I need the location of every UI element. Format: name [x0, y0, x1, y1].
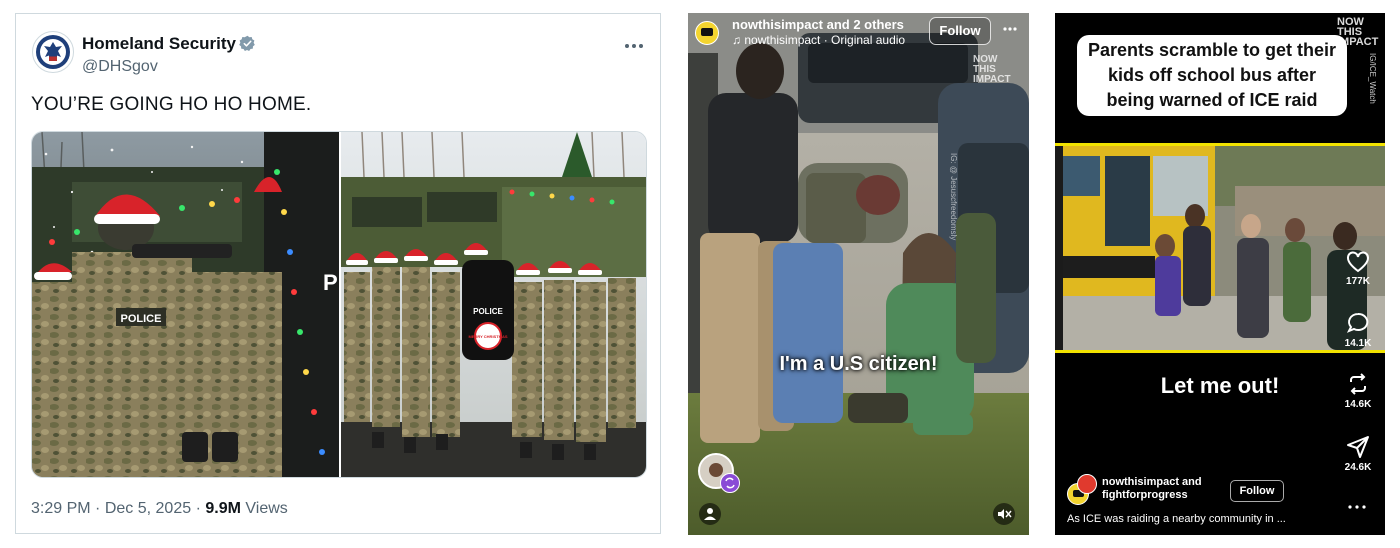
- person-icon[interactable]: [699, 503, 721, 525]
- shield-badge: MERRY CHRISTMAS: [468, 334, 507, 339]
- more-dots-icon[interactable]: [624, 32, 644, 55]
- tweet-time[interactable]: 3:29 PM: [31, 500, 91, 517]
- more-dots-icon[interactable]: [1347, 497, 1367, 515]
- views-count: 9.9M: [205, 500, 241, 517]
- comment-icon: [1346, 312, 1369, 333]
- share-arrow-icon: [1347, 436, 1369, 458]
- instagram-reel[interactable]: nowthisimpact and 2 others ♫ nowthisimpa…: [688, 13, 1029, 535]
- tiktok-video[interactable]: NOW THIS IMPACT Parents scramble to get …: [1055, 13, 1385, 535]
- video-description[interactable]: As ICE was raiding a nearby community in…: [1067, 513, 1327, 525]
- side-source-handle: IG/ICE_Watch: [1368, 53, 1377, 104]
- music-note-icon: ♫: [732, 33, 741, 47]
- collaborator-avatar[interactable]: [1077, 474, 1097, 494]
- headline-box: Parents scramble to get their kids off s…: [1077, 35, 1347, 116]
- repost-icon: [1350, 373, 1366, 395]
- share-button[interactable]: 24.6K: [1338, 435, 1378, 473]
- reel-account-names[interactable]: nowthisimpact and 2 others: [732, 17, 904, 32]
- reel-video-frame: [688, 13, 1029, 535]
- account-display-name[interactable]: Homeland Security: [82, 34, 236, 54]
- share-count: 24.6K: [1344, 462, 1372, 473]
- heart-icon: [1347, 251, 1369, 273]
- repost-button[interactable]: 14.6K: [1338, 372, 1378, 410]
- nowthis-watermark: NOW THIS IMPACT: [973, 54, 1011, 85]
- video-caption: Let me out!: [1160, 373, 1280, 398]
- video-border-bottom: [1055, 350, 1385, 353]
- remix-icon[interactable]: [720, 473, 740, 493]
- comment-button[interactable]: 14.1K: [1338, 311, 1378, 349]
- meta-separator: ·: [95, 500, 101, 517]
- reel-audio-row[interactable]: ♫ nowthisimpact · Original audio: [732, 33, 905, 47]
- like-button[interactable]: 177K: [1338, 251, 1378, 287]
- follow-button[interactable]: Follow: [1230, 480, 1284, 502]
- more-dots-icon[interactable]: [1002, 21, 1018, 42]
- tweet-media-photo[interactable]: P POLICE POLICE MERRY CHRISTMAS: [31, 131, 647, 478]
- tweet-meta: 3:29 PM · Dec 5, 2025 · 9.9M Views: [31, 500, 288, 518]
- verified-badge-icon: [239, 35, 256, 52]
- account-names[interactable]: nowthisimpact and fightforprogress: [1102, 476, 1224, 502]
- follow-button[interactable]: Follow: [929, 17, 991, 45]
- side-source-handle: IG: @ Jesuscfreedomsly: [949, 153, 958, 241]
- like-count: 177K: [1346, 276, 1370, 287]
- shield-label: POLICE: [473, 307, 503, 316]
- vest-label: POLICE: [121, 313, 162, 325]
- tweet-date[interactable]: Dec 5, 2025: [105, 500, 191, 517]
- reel-audio-label: nowthisimpact · Original audio: [744, 33, 906, 47]
- dhs-seal-avatar[interactable]: [32, 31, 74, 73]
- tweet-card: Homeland Security @DHSgov YOU’RE GOING H…: [15, 13, 661, 534]
- account-avatar[interactable]: [695, 21, 719, 45]
- comment-count: 14.1K: [1344, 338, 1372, 349]
- meta-separator: ·: [195, 500, 201, 517]
- account-handle[interactable]: @DHSgov: [82, 58, 158, 76]
- school-bus-video: [1055, 146, 1385, 350]
- speaker-muted-icon[interactable]: [993, 503, 1015, 525]
- vehicle-letter: P: [323, 270, 338, 295]
- repost-count: 14.6K: [1344, 399, 1372, 410]
- reel-caption: I'm a U.S citizen!: [779, 353, 938, 375]
- views-label: Views: [245, 500, 288, 517]
- tweet-text: YOU’RE GOING HO HO HOME.: [31, 94, 312, 115]
